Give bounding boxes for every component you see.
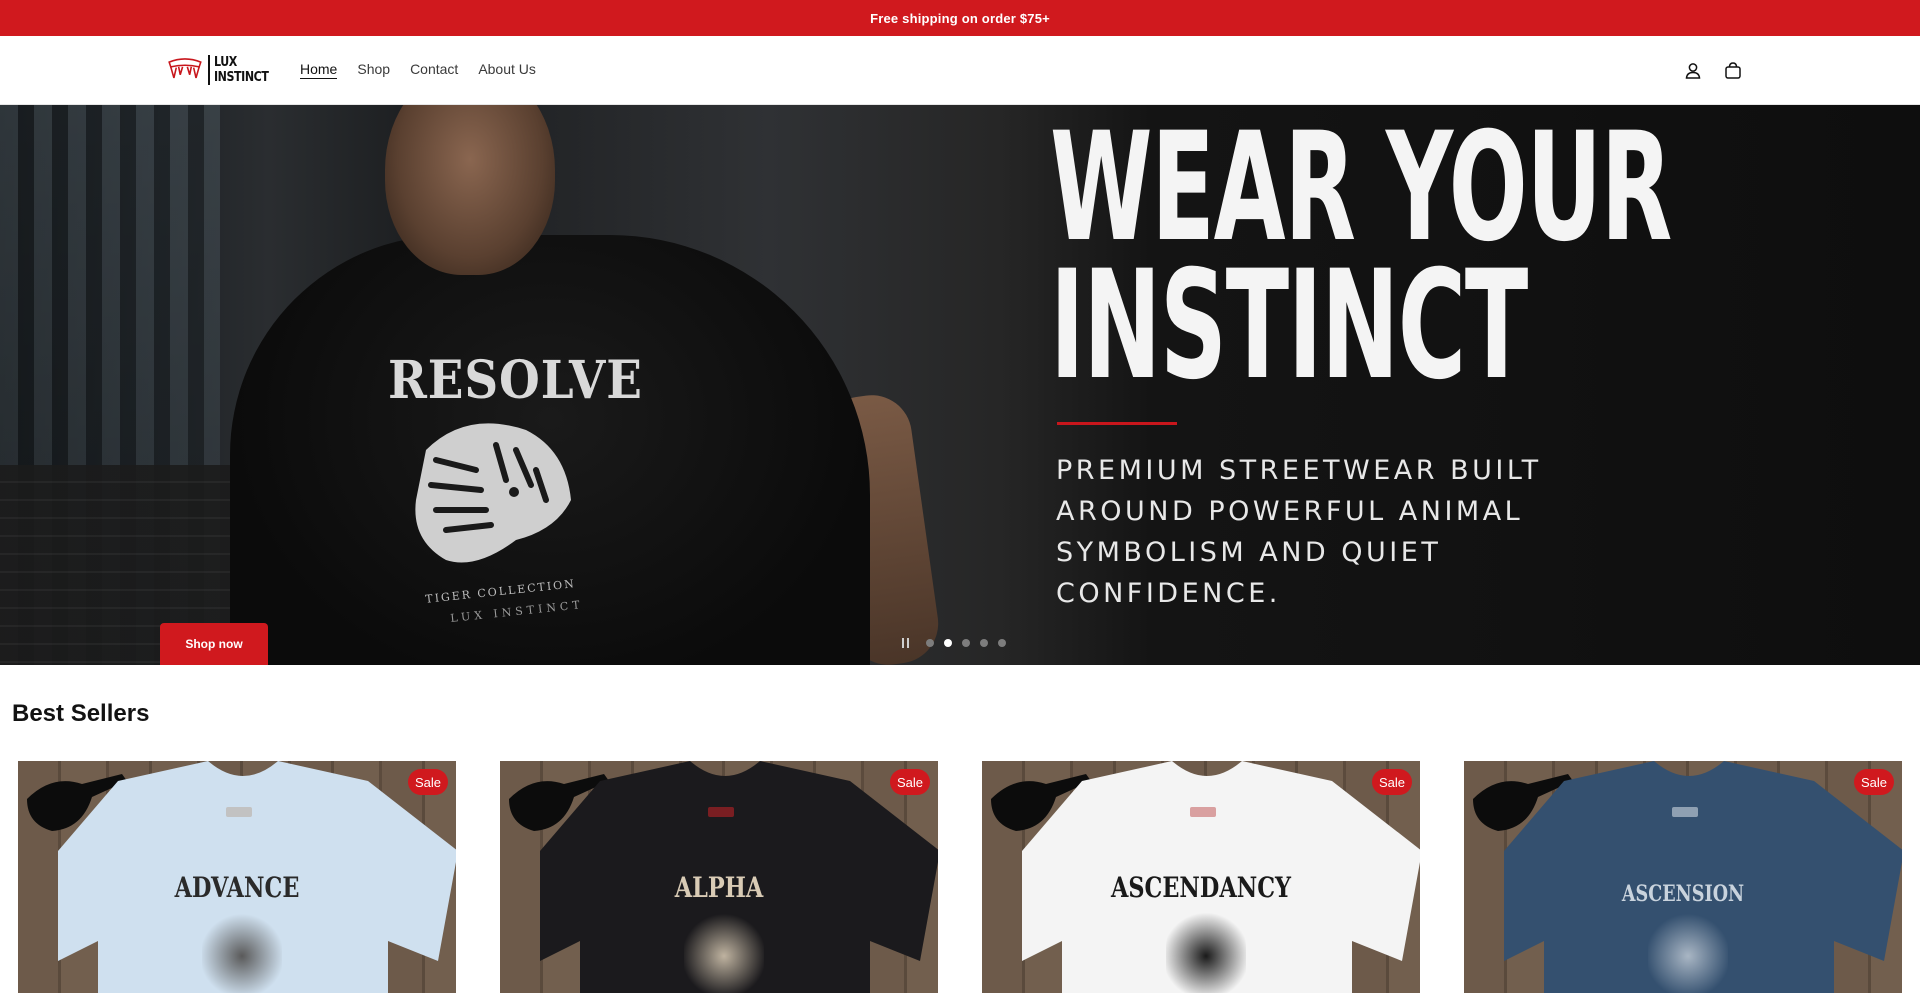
logo-line-1: LUX xyxy=(213,55,237,70)
sale-badge: Sale xyxy=(407,769,448,795)
slide-dot-1[interactable] xyxy=(926,639,934,647)
product-card[interactable]: ADVANCE Sale xyxy=(18,761,456,993)
hero-title-line-1: WEAR YOUR xyxy=(1050,105,1672,275)
slide-dot-5[interactable] xyxy=(998,639,1006,647)
nav-home[interactable]: Home xyxy=(300,61,338,79)
shirt-print-word: RESOLVE xyxy=(388,350,643,411)
slide-dot-3[interactable] xyxy=(962,639,970,647)
hero-title: WEAR YOUR INSTINCT xyxy=(1050,105,1672,413)
hero-title-line-2: INSTINCT xyxy=(1050,239,1528,413)
hero-banner: RESOLVE TIGER COLLECTION LUX INSTINCT WE… xyxy=(0,105,1920,665)
tiger-icon xyxy=(415,423,571,563)
cart-icon[interactable] xyxy=(1722,60,1744,82)
sale-badge: Sale xyxy=(889,769,930,795)
sale-badge: Sale xyxy=(1853,769,1894,795)
tiger-print-icon xyxy=(202,911,282,993)
main-nav: Home Shop Contact About Us xyxy=(300,61,536,79)
pause-icon[interactable] xyxy=(898,636,912,650)
fang-logo-icon xyxy=(168,58,202,79)
slide-dot-2[interactable] xyxy=(944,639,952,647)
product-card[interactable]: ASCENDANCY Sale xyxy=(982,761,1420,993)
nav-shop[interactable]: Shop xyxy=(357,61,390,79)
announcement-text: Free shipping on order $75+ xyxy=(870,10,1050,26)
nav-about-us[interactable]: About Us xyxy=(478,61,536,79)
best-sellers-title: Best Sellers xyxy=(12,700,150,727)
slideshow-controls xyxy=(898,636,1006,650)
account-icon[interactable] xyxy=(1682,60,1704,82)
product-design-name: ASCENSION xyxy=(1621,881,1745,907)
announcement-bar: Free shipping on order $75+ xyxy=(0,0,1920,36)
logo[interactable]: LUX INSTINCT xyxy=(166,50,278,90)
logo-wordmark: LUX INSTINCT xyxy=(207,55,278,85)
tiger-print-icon xyxy=(1166,911,1246,993)
product-design-name: ADVANCE xyxy=(174,871,300,904)
cobra-crest-icon xyxy=(1648,911,1728,993)
product-design-name: ALPHA xyxy=(674,871,764,904)
product-design-name: ASCENDANCY xyxy=(1110,871,1292,904)
shop-now-button[interactable]: Shop now xyxy=(160,623,268,665)
hero-model-head xyxy=(385,105,555,275)
wolf-print-icon xyxy=(684,911,764,993)
shirt-brand-tag xyxy=(708,807,734,817)
shirt-brand-tag xyxy=(226,807,252,817)
sale-badge: Sale xyxy=(1371,769,1412,795)
product-card[interactable]: ALPHA Sale xyxy=(500,761,938,993)
site-header: LUX INSTINCT Home Shop Contact About Us xyxy=(0,36,1920,105)
product-card[interactable]: ASCENSION Sale xyxy=(1464,761,1902,993)
slide-dot-4[interactable] xyxy=(980,639,988,647)
hero-accent-rule xyxy=(1057,422,1177,425)
shirt-brand-tag xyxy=(1672,807,1698,817)
shirt-brand-tag xyxy=(1190,807,1216,817)
hero-subtitle: PREMIUM STREETWEAR BUILT AROUND POWERFUL… xyxy=(1056,455,1542,609)
nav-contact[interactable]: Contact xyxy=(410,61,458,79)
logo-line-2: INSTINCT xyxy=(213,70,269,85)
